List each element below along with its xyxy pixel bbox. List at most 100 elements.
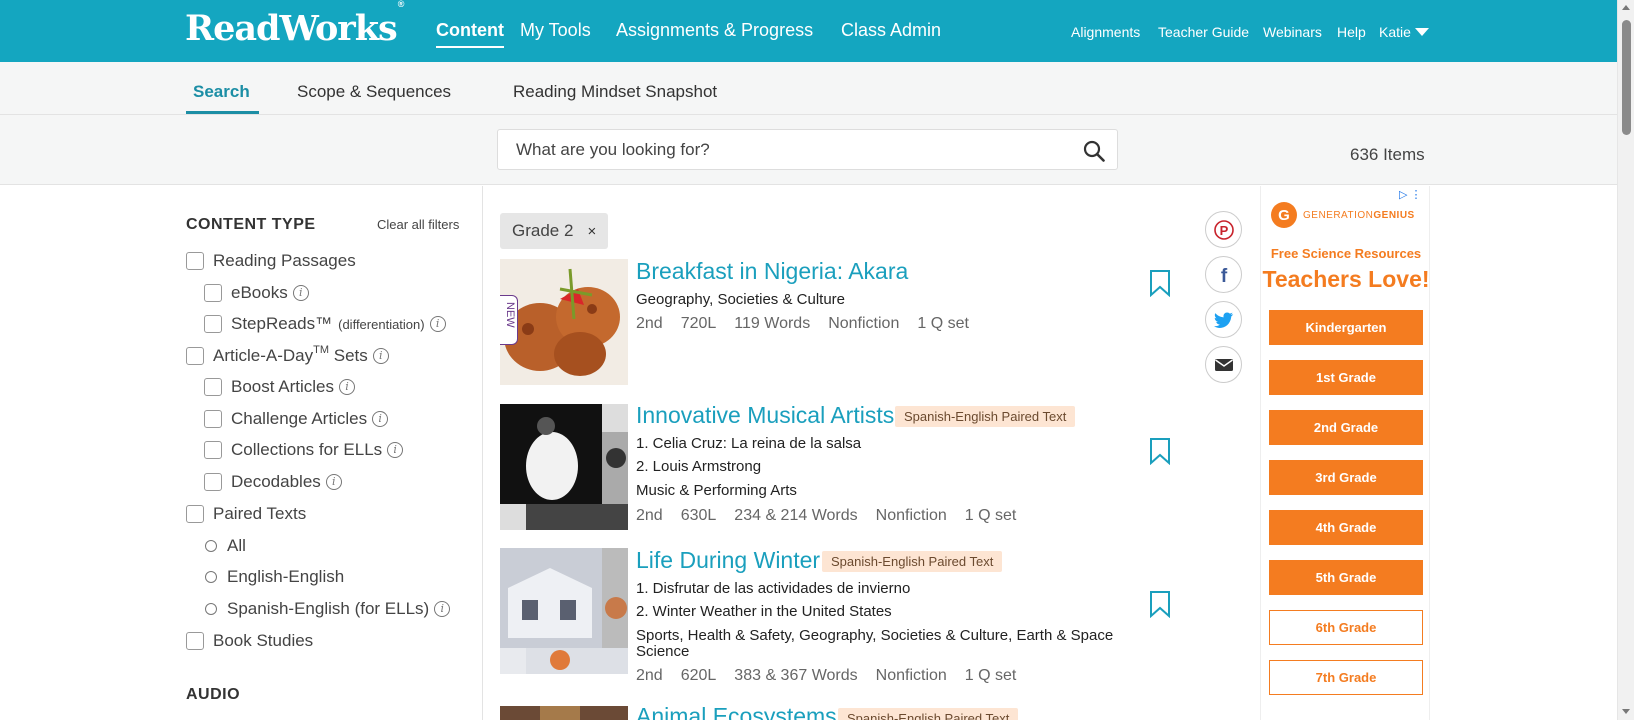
info-icon[interactable]: i xyxy=(429,316,446,332)
checkbox[interactable] xyxy=(186,347,204,365)
scroll-up-icon[interactable] xyxy=(1622,5,1630,10)
svg-text:P: P xyxy=(1219,223,1228,238)
info-icon[interactable]: i xyxy=(387,442,404,458)
radio-paired-english-english[interactable]: English-English xyxy=(205,567,344,587)
checkbox[interactable] xyxy=(204,441,222,459)
checkbox[interactable] xyxy=(204,284,222,302)
email-share-button[interactable] xyxy=(1205,346,1242,383)
filter-challenge-articles[interactable]: Challenge Articles i xyxy=(204,409,389,429)
result-title[interactable]: Animal Ecosystems xyxy=(636,703,837,720)
nav-my-tools[interactable]: My Tools xyxy=(520,20,591,41)
active-tab-indicator xyxy=(186,111,259,114)
page-scrollbar[interactable] xyxy=(1617,0,1634,720)
link-alignments[interactable]: Alignments xyxy=(1071,24,1140,40)
close-icon[interactable]: × xyxy=(587,223,596,240)
result-topics: Music & Performing Arts xyxy=(636,482,797,499)
tab-search[interactable]: Search xyxy=(193,82,250,102)
checkbox[interactable] xyxy=(186,505,204,523)
paired-text-badge: Spanish-English Paired Text xyxy=(838,708,1019,720)
ad-grade-button[interactable]: 7th Grade xyxy=(1269,660,1423,695)
nav-class-admin[interactable]: Class Admin xyxy=(841,20,941,41)
radio-paired-spanish-english[interactable]: Spanish-English (for ELLs) i xyxy=(205,599,451,619)
result-thumbnail[interactable] xyxy=(500,404,628,530)
ad-grade-button[interactable]: 1st Grade xyxy=(1269,360,1423,395)
ad-grade-button[interactable]: 5th Grade xyxy=(1269,560,1423,595)
result-title[interactable]: Breakfast in Nigeria: Akara xyxy=(636,258,908,285)
result-topics-continued: Science xyxy=(636,643,690,660)
filter-paired-texts[interactable]: Paired Texts xyxy=(186,504,306,524)
filter-decodables[interactable]: Decodables i xyxy=(204,472,342,492)
link-help[interactable]: Help xyxy=(1337,24,1366,40)
ad-subheadline: Free Science Resources xyxy=(1270,246,1422,261)
radio-button[interactable] xyxy=(205,571,217,583)
bookmark-icon[interactable] xyxy=(1149,437,1171,466)
checkbox[interactable] xyxy=(204,378,222,396)
info-icon[interactable]: i xyxy=(372,348,389,364)
facebook-share-button[interactable]: f xyxy=(1205,256,1242,293)
svg-text:f: f xyxy=(1220,266,1227,285)
facebook-icon: f xyxy=(1220,266,1227,285)
link-teacher-guide[interactable]: Teacher Guide xyxy=(1158,24,1249,40)
search-row: 636 Items xyxy=(0,115,1617,185)
advertisement[interactable]: ▷ ⋮ G GENERATIONGENIUS Free Science Reso… xyxy=(1260,186,1430,720)
pinterest-share-button[interactable]: P xyxy=(1205,211,1242,248)
active-filter-chip: Grade 2 × xyxy=(500,213,609,249)
info-icon[interactable]: i xyxy=(434,601,451,617)
search-box xyxy=(497,129,1118,170)
filter-ebooks[interactable]: eBooks i xyxy=(204,283,309,303)
pinterest-icon: P xyxy=(1213,219,1234,240)
user-menu[interactable]: Katie xyxy=(1379,24,1429,40)
ad-grade-button[interactable]: Kindergarten xyxy=(1269,310,1423,345)
checkbox[interactable] xyxy=(204,410,222,428)
result-thumbnail[interactable] xyxy=(500,548,628,674)
result-title[interactable]: Life During Winter xyxy=(636,547,820,574)
info-icon[interactable]: i xyxy=(339,379,355,395)
tab-reading-mindset-snapshot[interactable]: Reading Mindset Snapshot xyxy=(513,82,717,102)
ad-grade-button[interactable]: 4th Grade xyxy=(1269,510,1423,545)
filter-collections-for-ells[interactable]: Collections for ELLs i xyxy=(204,440,404,460)
filter-boost-articles[interactable]: Boost Articles i xyxy=(204,377,355,397)
filter-stepreads[interactable]: StepReads™ (differentiation) i xyxy=(204,314,446,334)
result-subtitle[interactable]: 1. Disfrutar de las actividades de invie… xyxy=(636,580,910,597)
radio-button[interactable] xyxy=(205,603,217,615)
result-title[interactable]: Innovative Musical Artists xyxy=(636,402,894,429)
nav-assignments-progress[interactable]: Assignments & Progress xyxy=(616,20,813,41)
scrollbar-thumb[interactable] xyxy=(1622,20,1631,135)
filter-article-a-day[interactable]: Article-A-Day TM Sets i xyxy=(186,344,389,366)
search-input[interactable] xyxy=(498,130,1058,169)
checkbox[interactable] xyxy=(204,315,222,333)
result-meta: 2nd 720L 119 Words Nonfiction 1 Q set xyxy=(636,315,969,332)
result-subtitle[interactable]: 1. Celia Cruz: La reina de la salsa xyxy=(636,435,861,452)
result-subtitle[interactable]: 2. Winter Weather in the United States xyxy=(636,603,892,620)
ad-grade-button[interactable]: 6th Grade xyxy=(1269,610,1423,645)
ad-grade-button[interactable]: 3rd Grade xyxy=(1269,460,1423,495)
clear-all-filters-link[interactable]: Clear all filters xyxy=(377,217,459,232)
sidebar-divider xyxy=(482,186,483,720)
checkbox[interactable] xyxy=(204,473,222,491)
scroll-down-icon[interactable] xyxy=(1622,709,1630,714)
filter-book-studies[interactable]: Book Studies xyxy=(186,631,313,651)
info-icon[interactable]: i xyxy=(292,285,309,301)
filter-reading-passages[interactable]: Reading Passages xyxy=(186,251,356,271)
nav-content[interactable]: Content xyxy=(436,20,504,48)
radio-paired-all[interactable]: All xyxy=(205,536,246,556)
bookmark-icon[interactable] xyxy=(1149,590,1171,619)
ad-grade-button[interactable]: 2nd Grade xyxy=(1269,410,1423,445)
checkbox[interactable] xyxy=(186,252,204,270)
checkbox[interactable] xyxy=(186,632,204,650)
twitter-share-button[interactable] xyxy=(1205,301,1242,338)
bookmark-icon[interactable] xyxy=(1149,269,1171,298)
tab-scope-sequences[interactable]: Scope & Sequences xyxy=(297,82,451,102)
result-thumbnail[interactable] xyxy=(500,706,628,720)
result-thumbnail[interactable]: NEW xyxy=(500,259,628,385)
ad-headline: Teachers Love! xyxy=(1262,266,1430,292)
radio-button[interactable] xyxy=(205,540,217,552)
link-webinars[interactable]: Webinars xyxy=(1263,24,1322,40)
search-icon[interactable] xyxy=(1083,140,1105,167)
ad-choices-icon[interactable]: ▷ ⋮ xyxy=(1399,188,1422,201)
readworks-logo[interactable]: ReadWorks® xyxy=(185,0,404,49)
result-subtitle[interactable]: 2. Louis Armstrong xyxy=(636,458,761,475)
content-type-heading: CONTENT TYPE xyxy=(186,216,316,233)
info-icon[interactable]: i xyxy=(372,411,389,427)
info-icon[interactable]: i xyxy=(325,474,342,490)
